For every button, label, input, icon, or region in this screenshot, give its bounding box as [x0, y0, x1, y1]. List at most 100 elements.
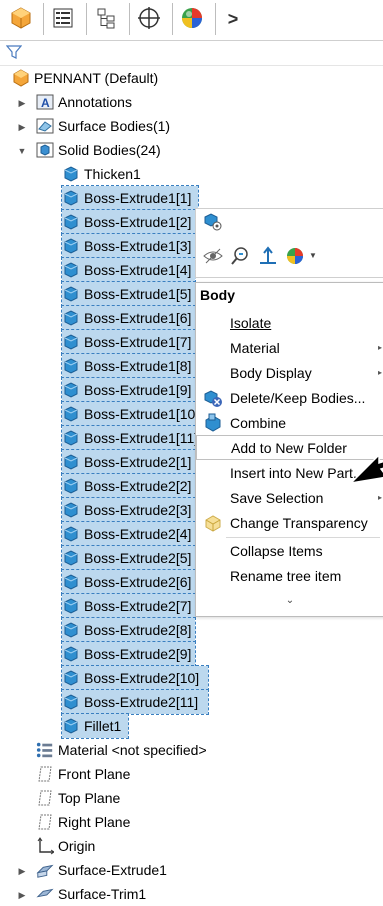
normal-to-icon[interactable]: [257, 245, 279, 270]
tree-item-body[interactable]: Thicken1: [62, 162, 180, 186]
solid-body-icon: [62, 669, 80, 687]
menu-item-delete-keep-bodies[interactable]: Delete/Keep Bodies...: [196, 385, 383, 410]
tree-item-solid-bodies[interactable]: Solid Bodies(24): [36, 138, 161, 162]
tree-item-body[interactable]: Boss-Extrude1[5]: [61, 281, 196, 307]
solid-body-icon: [62, 237, 80, 255]
material-icon: [36, 741, 54, 759]
tree-root[interactable]: PENNANT (Default): [12, 66, 158, 90]
tree-item-body[interactable]: Boss-Extrude1[11]: [61, 425, 196, 451]
tree-item-body[interactable]: Boss-Extrude2[3]: [61, 497, 196, 523]
menu-item-isolate-label: Isolate: [230, 314, 272, 331]
expand-icon[interactable]: ▶: [17, 122, 27, 132]
solid-body-icon: [62, 501, 80, 519]
solid-body-icon: [62, 333, 80, 351]
tree-item-top-plane[interactable]: Top Plane: [36, 786, 120, 810]
tree-item-body[interactable]: Boss-Extrude2[9]: [61, 641, 196, 667]
tree-item-body[interactable]: Boss-Extrude1[8]: [61, 353, 196, 379]
tree-item-body[interactable]: Boss-Extrude2[2]: [61, 473, 196, 499]
tree-root-label: PENNANT (Default): [34, 70, 159, 86]
solid-body-icon: [62, 597, 80, 615]
tree-item-body[interactable]: Boss-Extrude2[5]: [61, 545, 196, 571]
tree-item-surface-extrude[interactable]: Surface-Extrude1: [36, 858, 167, 882]
feature-manager-icon: [8, 5, 34, 34]
solid-body-icon: [62, 621, 80, 639]
tree-item-body[interactable]: Boss-Extrude2[1]: [61, 449, 196, 475]
tree-item-front-plane[interactable]: Front Plane: [36, 762, 130, 786]
tree-item-body[interactable]: Boss-Extrude1[9]: [61, 377, 196, 403]
tree-item-right-plane[interactable]: Right Plane: [36, 810, 130, 834]
property-manager-icon: [51, 6, 75, 33]
menu-item-collapse-items[interactable]: Collapse Items: [196, 538, 383, 563]
tree-item-body[interactable]: Boss-Extrude2[10]: [61, 665, 209, 691]
solid-body-icon: [62, 285, 80, 303]
solid-body-icon: [62, 381, 80, 399]
tree-item-surface-bodies[interactable]: Surface Bodies(1): [36, 114, 170, 138]
solid-body-icon: [62, 693, 80, 711]
tab-dimxpert-manager[interactable]: [129, 3, 168, 35]
chevron-right-icon: >: [227, 8, 239, 29]
tree-item-body[interactable]: Boss-Extrude1[3]: [61, 233, 196, 259]
tree-item-body[interactable]: Boss-Extrude2[6]: [61, 569, 196, 595]
tab-configuration-manager[interactable]: [86, 3, 125, 35]
surface-bodies-icon: [36, 117, 54, 135]
filter-bar[interactable]: [0, 40, 383, 66]
tree-item-body[interactable]: Fillet1: [61, 713, 129, 739]
menu-item-isolate[interactable]: Isolate: [196, 310, 383, 335]
svg-text:A: A: [41, 96, 50, 110]
menu-item-body-display[interactable]: Body Display ▸: [196, 360, 383, 385]
feature-tree-tab-bar: >: [0, 0, 383, 38]
tree-item-material[interactable]: Material <not specified>: [36, 738, 207, 762]
hide-icon[interactable]: [202, 245, 224, 270]
solid-body-icon: [62, 213, 80, 231]
tree-item-origin[interactable]: Origin: [36, 834, 95, 858]
tab-property-manager[interactable]: [43, 3, 82, 35]
tree-item-body[interactable]: Boss-Extrude1[4]: [61, 257, 196, 283]
solid-body-icon: [62, 573, 80, 591]
solid-body-icon: [62, 309, 80, 327]
tree-item-surface-trim[interactable]: Surface-Trim1: [36, 882, 146, 906]
zoom-to-selection-icon[interactable]: [229, 245, 251, 270]
context-menu-header: Body: [200, 287, 235, 303]
tree-item-body[interactable]: Boss-Extrude2[7]: [61, 593, 196, 619]
display-manager-icon: [179, 5, 205, 34]
tab-display-manager[interactable]: [172, 3, 211, 35]
chevron-down-icon[interactable]: ▼: [309, 251, 317, 260]
tree-item-body[interactable]: Boss-Extrude2[11]: [61, 689, 209, 715]
solid-body-icon: [62, 549, 80, 567]
plane-icon: [36, 789, 54, 807]
plane-icon: [36, 765, 54, 783]
menu-item-combine[interactable]: Combine: [196, 410, 383, 435]
menu-item-change-transparency[interactable]: Change Transparency: [196, 510, 383, 535]
tab-feature-manager[interactable]: [2, 3, 40, 35]
appearance-icon[interactable]: [285, 245, 307, 270]
transparency-icon: [203, 513, 223, 533]
tab-more[interactable]: >: [215, 3, 250, 35]
body-settings-icon[interactable]: [202, 211, 224, 236]
tree-item-body[interactable]: Boss-Extrude1[1]: [61, 185, 199, 211]
menu-expand-more[interactable]: ⌄: [196, 588, 383, 613]
tree-item-annotations[interactable]: A Annotations: [36, 90, 132, 114]
expand-icon[interactable]: ▶: [17, 890, 27, 900]
tree-item-body[interactable]: Boss-Extrude1[7]: [61, 329, 196, 355]
tree-item-body[interactable]: Boss-Extrude2[4]: [61, 521, 196, 547]
expand-icon[interactable]: ▶: [17, 98, 27, 108]
menu-item-material[interactable]: Material ▸: [196, 335, 383, 360]
tree-item-body[interactable]: Boss-Extrude1[10]: [61, 401, 196, 427]
menu-item-rename-tree-item[interactable]: Rename tree item: [196, 563, 383, 588]
solid-body-icon: [62, 645, 80, 663]
surface-trim-icon: [36, 885, 54, 903]
plane-icon: [36, 813, 54, 831]
annotations-icon: A: [36, 93, 54, 111]
dimxpert-icon: [136, 5, 162, 34]
collapse-icon[interactable]: ▼: [17, 146, 27, 156]
tree-item-body[interactable]: Boss-Extrude1[6]: [61, 305, 196, 331]
expand-icon[interactable]: ▶: [17, 866, 27, 876]
solid-body-icon: [62, 189, 80, 207]
solid-body-icon: [62, 429, 80, 447]
tree-item-body[interactable]: Boss-Extrude2[8]: [61, 617, 196, 643]
context-toolbar: ▼: [195, 208, 383, 278]
tree-item-body[interactable]: Boss-Extrude1[2]: [61, 209, 196, 235]
configuration-manager-icon: [94, 6, 118, 33]
solid-body-icon: [62, 405, 80, 423]
filter-icon[interactable]: [5, 44, 23, 63]
